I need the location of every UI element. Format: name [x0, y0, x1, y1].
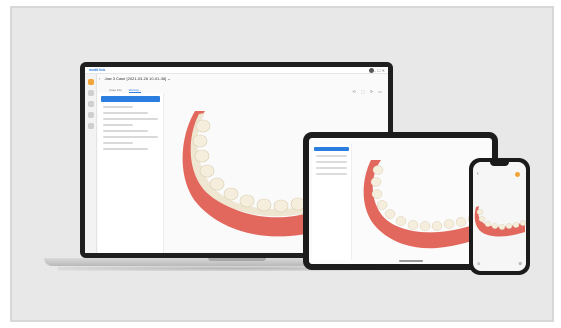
phone-3d-viewer[interactable] [473, 182, 526, 259]
case-tabs: Case Info Worksp... [103, 88, 147, 93]
panel-text-line [103, 112, 148, 114]
case-icon[interactable] [87, 90, 94, 96]
panel-text-line [103, 124, 133, 126]
left-nav-rail [85, 74, 97, 253]
settings-icon[interactable] [87, 123, 94, 129]
cad-icon[interactable] [87, 112, 94, 118]
scan-icon[interactable] [87, 101, 94, 107]
panel-text-line [316, 161, 347, 163]
phone-bottom-left-icon[interactable]: ⊙ [477, 261, 480, 266]
dental-arch-model [474, 206, 526, 237]
phone-bottom-right-icon[interactable]: ⚙ [518, 261, 522, 266]
laptop-app-topbar: medit link — ☐ ✕ [85, 67, 388, 74]
panel-text-line [316, 167, 347, 169]
panel-text-line [316, 155, 347, 157]
phone-device: ‹ ⊙ ⚙ [469, 158, 530, 275]
tablet-panel-button[interactable] [314, 147, 349, 151]
case-title: Jaw 3 Case [2021-03-26 10-01-36] ⌄ [104, 76, 171, 81]
tab-case-info[interactable]: Case Info [109, 88, 122, 92]
home-icon[interactable] [87, 79, 94, 85]
phone-notch [490, 162, 509, 166]
panel-text-line [316, 173, 347, 175]
panel-text-line [103, 118, 158, 120]
tablet-side-panel [312, 144, 352, 260]
panel-text-line [103, 142, 133, 144]
tablet-display [309, 138, 492, 264]
case-side-panel [98, 93, 164, 253]
laptop-hinge-notch [208, 258, 266, 261]
app-brand-logo: medit link [89, 68, 106, 72]
panel-text-line [103, 106, 133, 108]
panel-text-line [103, 130, 148, 132]
tablet-home-indicator [399, 260, 423, 262]
panel-primary-button[interactable] [101, 96, 160, 102]
phone-display: ‹ ⊙ ⚙ [473, 162, 526, 271]
status-dot-icon[interactable] [515, 172, 520, 177]
panel-text-line [103, 148, 148, 150]
case-header: ‹ Jaw 3 Case [2021-03-26 10-01-36] ⌄ [99, 76, 171, 81]
back-icon[interactable]: ‹ [477, 171, 479, 177]
panel-text-line [103, 136, 158, 138]
back-icon[interactable]: ‹ [99, 76, 100, 81]
window-controls[interactable]: — ☐ ✕ [372, 68, 385, 73]
